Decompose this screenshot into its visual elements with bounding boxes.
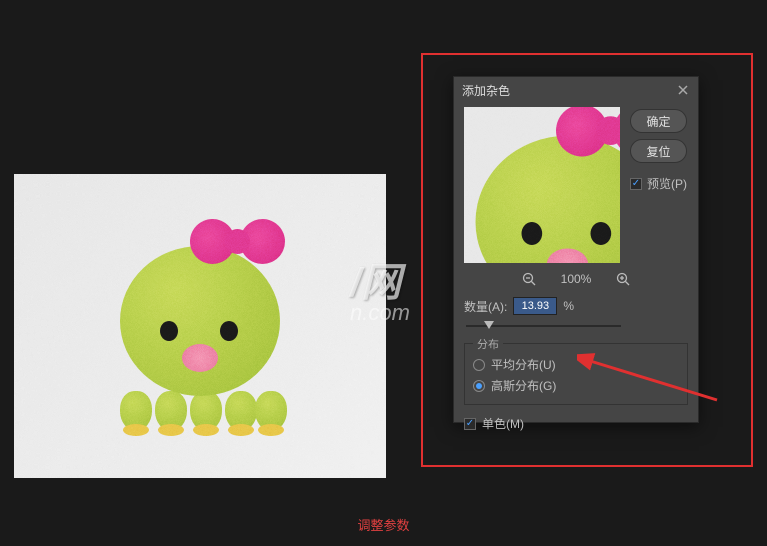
add-noise-dialog: 添加杂色 [453, 76, 699, 423]
filter-preview[interactable] [464, 107, 620, 263]
preview-checkbox[interactable]: ✓ [630, 178, 642, 190]
zoom-in-icon[interactable] [615, 271, 631, 287]
slider-thumb[interactable] [484, 321, 494, 329]
monochrome-label: 单色(M) [482, 415, 524, 432]
amount-label: 数量(A): [464, 298, 507, 315]
canvas-preview [14, 174, 386, 478]
zoom-out-icon[interactable] [521, 271, 537, 287]
dialog-title: 添加杂色 [462, 82, 510, 99]
preview-label: 预览(P) [647, 175, 687, 192]
annotation-text: 调整参数 [0, 515, 767, 534]
distribution-group: 分布 平均分布(U) 高斯分布(G) [464, 343, 688, 405]
amount-slider[interactable] [466, 319, 621, 333]
amount-input[interactable] [513, 297, 557, 315]
reset-button[interactable]: 复位 [630, 139, 687, 163]
gaussian-radio[interactable] [473, 380, 485, 392]
dialog-titlebar[interactable]: 添加杂色 [454, 77, 698, 103]
gaussian-label: 高斯分布(G) [491, 377, 556, 394]
uniform-label: 平均分布(U) [491, 356, 556, 373]
amount-unit: % [563, 299, 574, 313]
watermark-sub: n.com [350, 300, 410, 326]
close-icon[interactable] [676, 83, 690, 97]
monochrome-checkbox[interactable]: ✓ [464, 418, 476, 430]
distribution-legend: 分布 [473, 336, 503, 352]
zoom-percent: 100% [561, 272, 592, 286]
uniform-radio[interactable] [473, 359, 485, 371]
ok-button[interactable]: 确定 [630, 109, 687, 133]
